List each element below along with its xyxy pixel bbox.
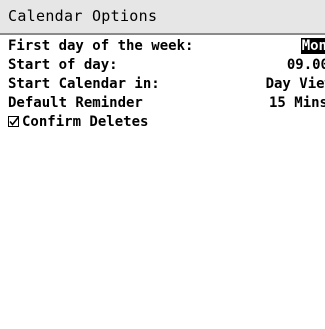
option-label: Start Calendar in:	[8, 76, 160, 92]
option-first-day-of-week[interactable]: First day of the week: Mon	[0, 37, 325, 56]
option-start-calendar-in[interactable]: Start Calendar in: Day View	[0, 75, 325, 94]
calendar-options-screen: Calendar Options First day of the week: …	[0, 0, 325, 329]
option-value[interactable]: 09.00	[287, 57, 325, 73]
checkbox-checked-icon[interactable]	[8, 116, 19, 127]
option-label: First day of the week:	[8, 38, 194, 54]
option-start-of-day[interactable]: Start of day: 09.00	[0, 56, 325, 75]
option-default-reminder[interactable]: Default Reminder 15 Mins	[0, 94, 325, 113]
option-label: Start of day:	[8, 57, 118, 73]
options-list: First day of the week: Mon Start of day:…	[0, 37, 325, 132]
option-value[interactable]: Mon	[300, 38, 325, 54]
title-bar: Calendar Options	[0, 0, 325, 35]
option-confirm-deletes[interactable]: Confirm Deletes	[0, 113, 325, 132]
option-label: Default Reminder	[8, 95, 143, 111]
option-value[interactable]: Day View	[266, 76, 325, 92]
confirm-deletes-label: Confirm Deletes	[22, 114, 149, 130]
option-value[interactable]: 15 Mins	[269, 95, 325, 111]
page-title: Calendar Options	[8, 7, 158, 25]
